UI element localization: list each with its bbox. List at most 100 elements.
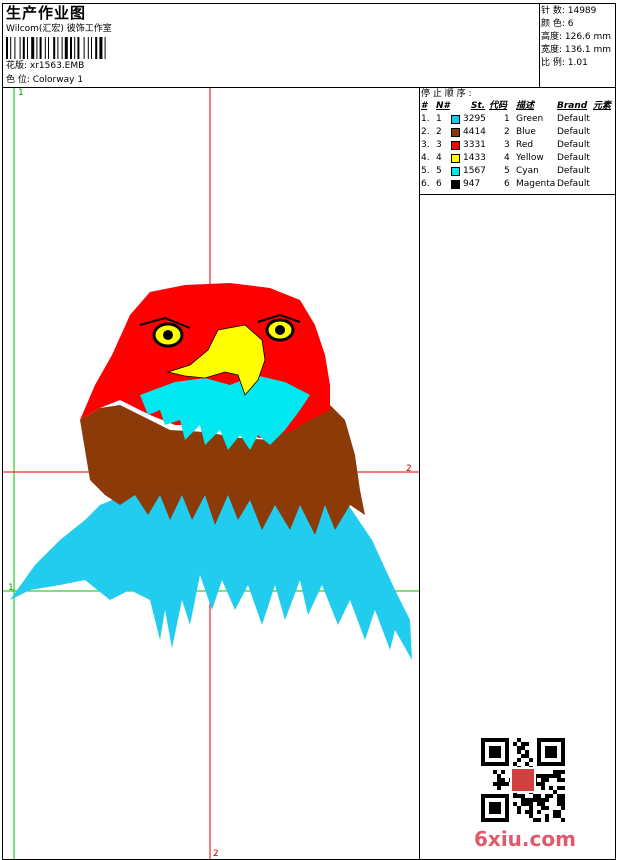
- stop-table-divider: [419, 194, 616, 195]
- barcode-bar: [61, 37, 63, 59]
- qr-module: [525, 754, 529, 758]
- qr-module: [541, 782, 545, 786]
- stats-divider: [539, 3, 540, 88]
- qr-module: [505, 782, 509, 786]
- row-stitches: 1433: [463, 153, 486, 163]
- qr-module: [557, 770, 561, 774]
- barcode-bar: [14, 37, 16, 59]
- qr-stamp-logo: [510, 767, 536, 793]
- qr-module: [557, 786, 561, 790]
- col-header-n: N#: [436, 101, 450, 111]
- qr-module: [533, 798, 537, 802]
- row-index: 2.: [421, 127, 430, 137]
- qr-module: [521, 746, 525, 750]
- color-count: 颜 色: 6: [541, 19, 574, 29]
- qr-module: [557, 778, 561, 782]
- qr-module: [513, 802, 517, 806]
- barcode-bar: [91, 37, 92, 59]
- barcode-bar: [48, 37, 49, 59]
- qr-module: [497, 778, 501, 782]
- qr-module: [517, 806, 521, 810]
- qr-finder: [545, 746, 557, 758]
- barcode-bar: [39, 37, 42, 59]
- qr-module: [545, 774, 549, 778]
- barcode-bar: [19, 37, 21, 59]
- row-code: 3: [504, 140, 510, 150]
- right-pupil: [275, 325, 285, 335]
- qr-module: [549, 794, 553, 798]
- row-description: Magenta: [516, 179, 556, 189]
- qr-module: [525, 762, 529, 766]
- design-file-label: 花版: xr1563.EMB: [6, 61, 85, 71]
- qr-module: [541, 778, 545, 782]
- row-brand: Default: [557, 140, 590, 150]
- row-stitches: 1567: [463, 166, 486, 176]
- qr-module: [545, 778, 549, 782]
- qr-module: [553, 774, 557, 778]
- qr-module: [561, 786, 565, 790]
- qr-module: [537, 794, 541, 798]
- col-header-brand: Brand: [557, 101, 588, 111]
- right-panel-divider: [419, 87, 420, 860]
- qr-module: [517, 746, 521, 750]
- barcode-bar: [44, 37, 46, 59]
- qr-module: [513, 762, 517, 766]
- qr-module: [557, 814, 561, 818]
- barcode-bar: [74, 37, 76, 59]
- qr-module: [537, 798, 541, 802]
- row-index: 1.: [421, 114, 430, 124]
- color-swatch: [451, 167, 460, 176]
- design-height: 高度: 126.6 mm: [541, 32, 612, 42]
- barcode-bar: [10, 37, 12, 59]
- row-description: Yellow: [516, 153, 544, 163]
- row-index: 5.: [421, 166, 430, 176]
- row-code: 5: [504, 166, 510, 176]
- qr-module: [517, 810, 521, 814]
- qr-module: [521, 798, 525, 802]
- qr-module: [497, 774, 501, 778]
- qr-module: [525, 798, 529, 802]
- qr-module: [561, 802, 565, 806]
- barcode-bar: [83, 37, 85, 59]
- qr-module: [529, 798, 533, 802]
- row-stitches: 947: [463, 179, 481, 189]
- qr-module: [529, 806, 533, 810]
- row-description: Green: [516, 114, 544, 124]
- barcode-bar: [57, 37, 59, 59]
- left-pupil: [163, 330, 173, 340]
- row-index: 3.: [421, 140, 430, 150]
- qr-module: [513, 794, 517, 798]
- row-stitches: 3295: [463, 114, 486, 124]
- guide-marker-2-bottom: 2: [213, 849, 219, 859]
- qr-module: [557, 810, 561, 814]
- qr-module: [521, 754, 525, 758]
- qr-module: [501, 770, 505, 774]
- row-index: 6.: [421, 179, 430, 189]
- qr-code: [481, 738, 565, 822]
- qr-module: [545, 814, 549, 818]
- qr-finder: [489, 746, 501, 758]
- qr-module: [537, 774, 541, 778]
- guide-marker-1-top: 1: [18, 88, 24, 98]
- qr-module: [557, 794, 561, 798]
- row-stitches: 4414: [463, 127, 486, 137]
- barcode-bar: [22, 37, 25, 59]
- col-header-desc: 描述: [516, 101, 535, 111]
- qr-module: [501, 778, 505, 782]
- row-description: Blue: [516, 127, 536, 137]
- qr-module: [553, 810, 557, 814]
- qr-module: [549, 786, 553, 790]
- design-canvas[interactable]: 1 1 2 2: [3, 88, 419, 859]
- qr-module: [525, 750, 529, 754]
- qr-module: [553, 814, 557, 818]
- guide-marker-2-right: 2: [406, 464, 412, 474]
- qr-module: [517, 738, 521, 742]
- row-number: 6: [436, 179, 442, 189]
- barcode-bar: [6, 37, 8, 59]
- qr-module: [501, 782, 505, 786]
- guide-marker-1-left: 1: [8, 583, 14, 593]
- qr-module: [557, 774, 561, 778]
- row-number: 3: [436, 140, 442, 150]
- qr-module: [557, 802, 561, 806]
- qr-module: [549, 774, 553, 778]
